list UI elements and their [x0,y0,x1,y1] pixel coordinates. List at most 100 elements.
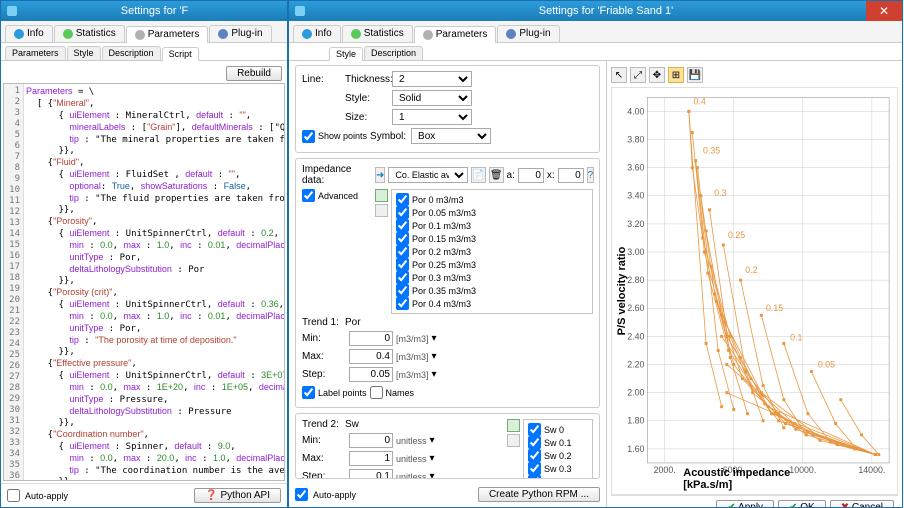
title-left: Settings for 'F [22,5,287,17]
trend1-max-input[interactable] [349,349,393,364]
svg-text:0.05: 0.05 [818,359,835,369]
code-editor[interactable]: 1 2 3 4 5 6 7 8 9 10 11 12 13 14 15 16 1… [3,83,285,481]
trend1-step-input[interactable] [349,367,393,382]
svg-text:3.60: 3.60 [627,163,644,173]
svg-text:2.80: 2.80 [627,275,644,285]
tab-statistics[interactable]: Statistics [342,25,413,42]
subtab-parameters[interactable]: Parameters [5,46,66,60]
subtab-style[interactable]: Style [329,47,363,61]
chart-toolbar: ↖ ⤢ ✥ ⊞ 💾 [611,65,898,87]
plug-icon [506,29,516,39]
tab-parameters[interactable]: Parameters [126,26,209,43]
svg-text:3.20: 3.20 [627,219,644,229]
help-icon[interactable]: ? [587,167,595,183]
trend1-min-input[interactable] [349,331,393,346]
auto-apply-right-checkbox[interactable]: Auto-apply [295,488,356,501]
svg-text:2.00: 2.00 [627,388,644,398]
close-icon[interactable]: ✕ [866,1,902,21]
trend2-group: Trend 2:Sw Min:unitless ▾ Max:unitless ▾… [295,413,600,479]
app-icon [295,6,305,16]
subtabs-left: Parameters Style Description Script [1,43,287,61]
tab-plugin[interactable]: Plug-in [209,25,271,42]
svg-text:2.20: 2.20 [627,359,644,369]
svg-text:2.40: 2.40 [627,331,644,341]
edit-icon[interactable]: 📄 [471,167,485,183]
line-group: Line: Thickness: 2 Style: Solid Size: 1 … [295,65,600,153]
impedance-group: Impedance data: ➜ Co. Elastic ave Φ 📄 🗑 … [295,158,600,408]
style-select[interactable]: Solid [392,90,472,106]
code-gutter: 1 2 3 4 5 6 7 8 9 10 11 12 13 14 15 16 1… [4,84,24,480]
group-toggle-icon[interactable] [375,189,388,202]
zoom-icon[interactable]: ⤢ [630,67,646,83]
tab-plugin[interactable]: Plug-in [497,25,559,42]
cancel-button[interactable]: ✖ Cancel [830,500,894,507]
arrow-icon[interactable]: ➜ [375,167,385,183]
svg-text:3.00: 3.00 [627,247,644,257]
subtab-description[interactable]: Description [364,46,423,60]
svg-text:0.35: 0.35 [703,146,720,156]
title-right: Settings for 'Friable Sand 1' [310,5,902,17]
app-icon [7,6,17,16]
symbol-select[interactable]: Box [411,128,491,144]
create-rpm-button[interactable]: Create Python RPM ... [478,487,600,502]
group-off-icon[interactable] [507,434,520,447]
impedance-select[interactable]: Co. Elastic ave Φ [388,167,468,183]
por-checklist[interactable]: Por 0 m3/m3 Por 0.05 m3/m3 Por 0.1 m3/m3… [391,189,593,314]
svg-text:0.2: 0.2 [745,265,757,275]
save-icon[interactable]: 💾 [687,67,703,83]
svg-text:3.40: 3.40 [627,191,644,201]
pointer-icon[interactable]: ↖ [611,67,627,83]
y-axis-label: P/S velocity ratio [616,247,628,336]
x-input[interactable] [558,168,584,183]
svg-text:0.15: 0.15 [766,303,783,313]
svg-text:4.00: 4.00 [627,106,644,116]
tab-info[interactable]: Info [293,25,341,42]
subtab-script[interactable]: Script [162,47,199,61]
code-text[interactable]: Parameters = \ [ {"Mineral", { uiElement… [24,84,284,480]
python-api-button[interactable]: ❓ Python API [194,488,281,503]
plug-icon [218,29,228,39]
titlebar-left: Settings for 'F [1,1,287,21]
param-icon [135,30,145,40]
tabs-right: Info Statistics Parameters Plug-in [289,21,902,43]
line-label: Line: [302,74,342,85]
tab-parameters[interactable]: Parameters [414,26,497,43]
auto-apply-checkbox[interactable]: Auto-apply [7,489,68,502]
trend2-min-input[interactable] [349,433,393,448]
subtab-description[interactable]: Description [102,46,161,60]
svg-text:1.60: 1.60 [627,444,644,454]
tab-info[interactable]: Info [5,25,53,42]
label-points-checkbox[interactable]: Label points [302,386,367,399]
trend2-step-input[interactable] [349,469,393,479]
trend2-label: Trend 2: [302,419,342,430]
show-points-checkbox[interactable]: Show points [302,130,367,143]
trend2-max-input[interactable] [349,451,393,466]
chart[interactable]: P/S velocity ratio Acoustic impedance [k… [611,87,898,495]
subtabs-right: Style Description [289,43,902,61]
a-input[interactable] [518,168,544,183]
sw-checklist[interactable]: Sw 0 Sw 0.1 Sw 0.2 Sw 0.3 Sw 0.4 Sw 0.5 … [523,419,593,479]
svg-text:3.80: 3.80 [627,134,644,144]
ok-button[interactable]: ✔ OK [778,500,826,507]
subtab-style[interactable]: Style [67,46,101,60]
x-axis-label: Acoustic impedance [kPa.s/m] [683,467,826,491]
svg-text:1.80: 1.80 [627,416,644,426]
group-off-icon[interactable] [375,204,388,217]
grid-icon[interactable]: ⊞ [668,67,684,83]
names-checkbox[interactable]: Names [370,386,415,399]
tab-statistics[interactable]: Statistics [54,25,125,42]
rebuild-button[interactable]: Rebuild [226,66,282,81]
thickness-select[interactable]: 2 [392,71,472,87]
size-select[interactable]: 1 [392,109,472,125]
stat-icon [63,29,73,39]
tabs-left: Info Statistics Parameters Plug-in [1,21,287,43]
group-toggle-icon[interactable] [507,419,520,432]
delete-icon[interactable]: 🗑 [489,167,504,183]
info-icon [302,29,312,39]
svg-text:0.3: 0.3 [714,188,726,198]
pan-icon[interactable]: ✥ [649,67,665,83]
param-icon [423,30,433,40]
advanced-checkbox[interactable]: Advanced [302,189,372,202]
apply-button[interactable]: ✔ Apply [716,500,774,507]
svg-text:14000.: 14000. [858,465,885,475]
